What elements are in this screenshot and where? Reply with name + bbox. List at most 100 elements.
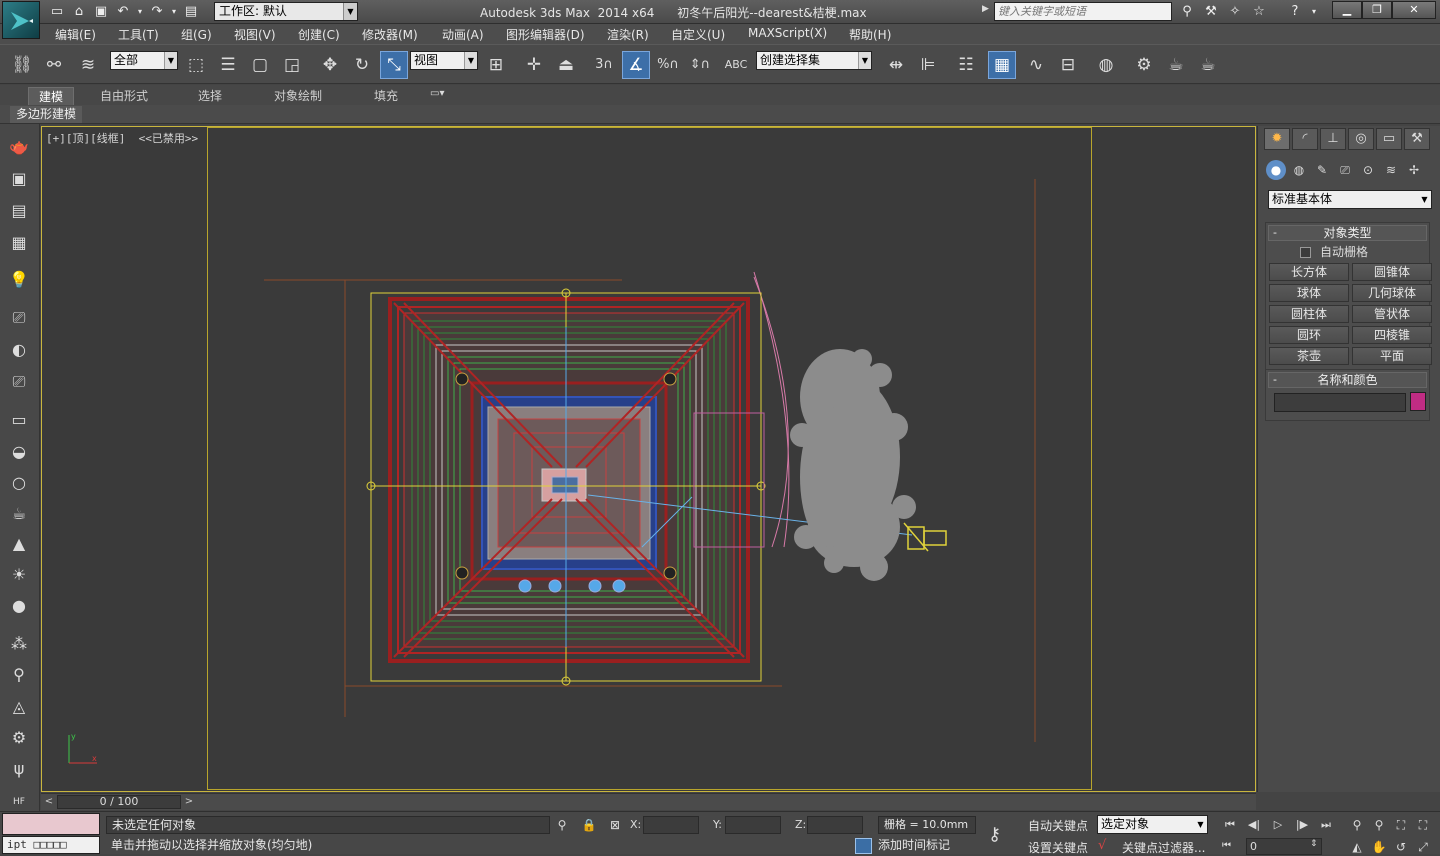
plane-button[interactable]: 平面 bbox=[1352, 347, 1432, 365]
next-frame-icon[interactable]: |▶ bbox=[1292, 816, 1312, 834]
tab-modeling[interactable]: 建模 bbox=[28, 87, 75, 105]
angle-snap-icon[interactable]: ∡ bbox=[622, 51, 650, 79]
space-warps-icon[interactable]: ≋ bbox=[1381, 160, 1401, 180]
particles-icon[interactable]: ⁂ bbox=[6, 631, 32, 657]
render-setup-icon[interactable]: ⚙ bbox=[1130, 51, 1158, 79]
camera-icon[interactable]: ⎚ bbox=[6, 305, 32, 331]
tube-button[interactable]: 管状体 bbox=[1352, 305, 1432, 323]
menu-help[interactable]: 帮助(H) bbox=[849, 26, 891, 43]
geosphere-button[interactable]: 几何球体 bbox=[1352, 284, 1432, 302]
cone-button[interactable]: 圆锥体 bbox=[1352, 263, 1432, 281]
undo-icon[interactable]: ↶ bbox=[114, 3, 132, 21]
menu-views[interactable]: 视图(V) bbox=[234, 26, 276, 43]
go-to-start-icon[interactable]: ⏮ bbox=[1220, 816, 1240, 834]
key-selection-dropdown[interactable]: 选定对象 ▼ bbox=[1097, 815, 1208, 834]
geometry-icon[interactable]: ● bbox=[1266, 160, 1286, 180]
video-camera-icon[interactable]: ⎚ bbox=[6, 369, 32, 395]
tab-selection[interactable]: 选择 bbox=[188, 87, 232, 105]
layer-manager-icon[interactable]: ☷ bbox=[952, 51, 980, 79]
menu-animation[interactable]: 动画(A) bbox=[442, 26, 484, 43]
create-tab-icon[interactable]: ✹ bbox=[1264, 128, 1290, 150]
autogrid-checkbox[interactable]: 自动栅格 bbox=[1300, 243, 1429, 261]
app-menu-button[interactable] bbox=[2, 1, 40, 39]
pyramid-button[interactable]: 四棱锥 bbox=[1352, 326, 1432, 344]
object-name-field[interactable] bbox=[1274, 393, 1406, 412]
name-color-rollout-title[interactable]: - 名称和颜色 bbox=[1268, 372, 1427, 388]
cone-icon[interactable]: ▲ bbox=[6, 531, 32, 557]
menu-rendering[interactable]: 渲染(R) bbox=[607, 26, 649, 43]
motion-tab-icon[interactable]: ◎ bbox=[1348, 128, 1374, 150]
selection-filter-dropdown[interactable]: 全部 ▼ bbox=[110, 51, 178, 70]
teapot-button[interactable]: 茶壶 bbox=[1269, 347, 1349, 365]
scene-explorer-icon[interactable]: ▤ bbox=[6, 198, 32, 224]
object-type-rollout-title[interactable]: - 对象类型 bbox=[1268, 225, 1427, 241]
material-editor-icon[interactable]: ◍ bbox=[1092, 51, 1120, 79]
edit-named-selection-icon[interactable]: ABC bbox=[722, 51, 750, 79]
help-icon[interactable]: ? bbox=[1286, 3, 1304, 21]
cameras-icon[interactable]: ⎚ bbox=[1335, 160, 1355, 180]
utilities-tab-icon[interactable]: ⚒ bbox=[1404, 128, 1430, 150]
select-object-icon[interactable]: ⬚ bbox=[182, 51, 210, 79]
zoom-all-icon[interactable]: ⚲ bbox=[1368, 816, 1390, 834]
tab-object-paint[interactable]: 对象绘制 bbox=[264, 87, 332, 105]
search-expand-icon[interactable]: ▶ bbox=[982, 4, 989, 14]
select-manipulate-icon[interactable]: ✛ bbox=[520, 51, 548, 79]
go-to-end-icon[interactable]: ⏭ bbox=[1316, 816, 1336, 834]
modify-tab-icon[interactable]: ◜ bbox=[1292, 128, 1318, 150]
frame-spinner-icon[interactable]: ⇕ bbox=[1310, 839, 1318, 849]
play-icon[interactable]: ▷ bbox=[1268, 816, 1288, 834]
spinner-snap-icon[interactable]: ⇕∩ bbox=[686, 51, 714, 79]
unlink-icon[interactable]: ⚯ bbox=[40, 51, 68, 79]
window-crossing-icon[interactable]: ◲ bbox=[278, 51, 306, 79]
hemisphere-icon[interactable]: ◒ bbox=[6, 439, 32, 465]
absolute-mode-icon[interactable]: ⊠ bbox=[607, 817, 623, 833]
menu-edit[interactable]: 编辑(E) bbox=[55, 26, 96, 43]
menu-tools[interactable]: 工具(T) bbox=[118, 26, 159, 43]
primitive-category-dropdown[interactable]: 标准基本体 ▼ bbox=[1268, 190, 1432, 209]
maxscript-listener-mini[interactable] bbox=[2, 813, 100, 835]
keyboard-shortcut-override-icon[interactable]: ⏏ bbox=[552, 51, 580, 79]
ribbon-options-icon[interactable]: ▭▾ bbox=[430, 88, 444, 99]
previous-frame-icon[interactable]: ◀| bbox=[1244, 816, 1264, 834]
graphite-tools-icon[interactable]: ▦ bbox=[988, 51, 1016, 79]
sound-icon[interactable]: ◐ bbox=[6, 337, 32, 363]
select-by-name-icon[interactable]: ☰ bbox=[214, 51, 242, 79]
sphere-button[interactable]: 球体 bbox=[1269, 284, 1349, 302]
open-file-icon[interactable]: ⌂ bbox=[70, 3, 88, 21]
add-time-tag[interactable]: 添加时间标记 bbox=[878, 837, 950, 853]
project-folder-icon[interactable]: ▤ bbox=[182, 3, 200, 21]
tab-freeform[interactable]: 自由形式 bbox=[90, 87, 158, 105]
maxscript-input[interactable]: ipt □□□□□ bbox=[2, 836, 100, 854]
key-filter-icon[interactable]: √ bbox=[1098, 838, 1106, 853]
binoculars-icon[interactable]: ⚲ bbox=[1178, 3, 1196, 21]
x-coord-field[interactable] bbox=[643, 816, 699, 834]
select-rotate-icon[interactable]: ↻ bbox=[348, 51, 376, 79]
key-filters-button[interactable]: 关键点过滤器... bbox=[1122, 839, 1205, 856]
field-of-view-icon[interactable]: ◭ bbox=[1346, 838, 1368, 856]
teapot-create-icon[interactable]: 🫖 bbox=[6, 134, 32, 160]
restore-button[interactable]: ❐ bbox=[1362, 1, 1392, 19]
minimize-button[interactable]: ▁ bbox=[1332, 1, 1362, 19]
teapot-icon[interactable]: ☕ bbox=[6, 501, 32, 527]
named-selection-dropdown[interactable]: 创建选择集 ▼ bbox=[756, 51, 872, 70]
rectangular-selection-icon[interactable]: ▢ bbox=[246, 51, 274, 79]
snaps-toggle-icon[interactable]: 3∩ bbox=[590, 51, 618, 79]
communication-icon[interactable]: ✧ bbox=[1226, 3, 1244, 21]
time-slider-thumb[interactable]: 0 / 100 bbox=[57, 795, 181, 809]
gear-icon[interactable]: ⚙ bbox=[6, 725, 32, 751]
grass-icon[interactable]: ψ bbox=[6, 756, 32, 782]
selection-lock-icon[interactable]: 🔒 bbox=[581, 817, 597, 833]
cylinder-button[interactable]: 圆柱体 bbox=[1269, 305, 1349, 323]
set-key-icon[interactable]: ⚷ bbox=[988, 824, 1001, 845]
mirror-icon[interactable]: ⇹ bbox=[882, 51, 910, 79]
sphere-icon[interactable]: ○ bbox=[6, 470, 32, 496]
undo-dropdown-icon[interactable]: ▾ bbox=[136, 3, 144, 21]
close-button[interactable]: ✕ bbox=[1392, 1, 1436, 19]
shapes-icon[interactable]: ◍ bbox=[1289, 160, 1309, 180]
menu-graph-editors[interactable]: 图形编辑器(D) bbox=[506, 26, 585, 43]
save-file-icon[interactable]: ▣ bbox=[92, 3, 110, 21]
pan-view-icon[interactable]: ✋ bbox=[1368, 838, 1390, 856]
orbit-icon[interactable]: ↺ bbox=[1390, 838, 1412, 856]
menu-group[interactable]: 组(G) bbox=[181, 26, 212, 43]
auto-key-button[interactable]: 自动关键点 bbox=[1028, 817, 1088, 834]
